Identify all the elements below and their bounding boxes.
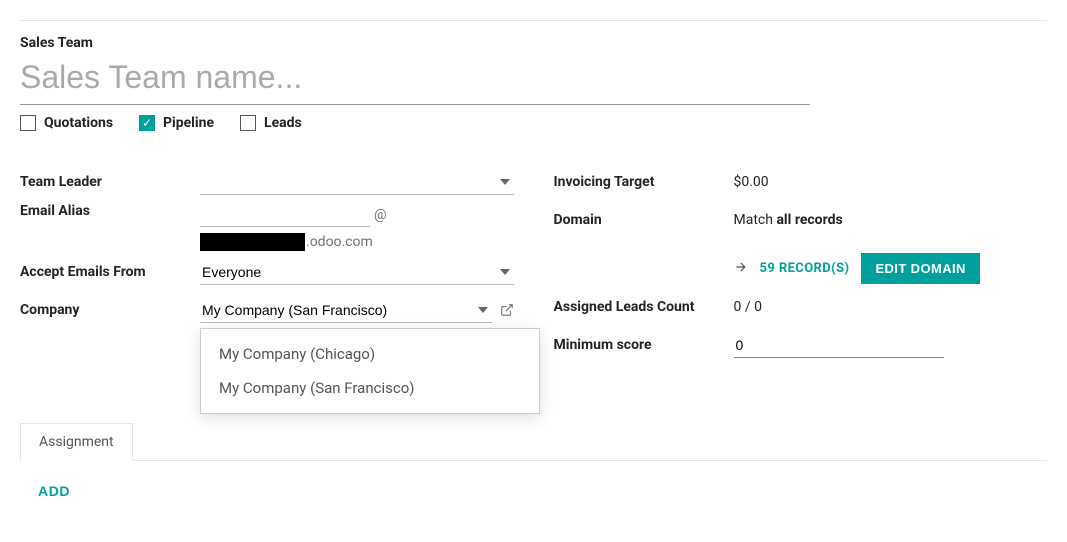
edit-domain-button[interactable]: EDIT DOMAIN [861, 253, 979, 284]
leads-option: Leads [240, 115, 302, 131]
leads-checkbox[interactable] [240, 115, 256, 131]
left-column: Team Leader Email Alias @ [20, 165, 514, 366]
arrow-right-icon [734, 260, 748, 278]
company-select[interactable] [200, 298, 492, 323]
accept-emails-select[interactable] [200, 260, 514, 285]
alias-domain-redacted [200, 233, 305, 251]
pipeline-checkbox[interactable] [139, 115, 155, 131]
pipeline-option: Pipeline [139, 115, 214, 131]
sales-team-name-input[interactable] [20, 57, 810, 105]
email-alias-label: Email Alias [20, 203, 200, 219]
right-column: Invoicing Target $0.00 Domain Match all … [554, 165, 1048, 366]
invoicing-target-label: Invoicing Target [554, 174, 734, 190]
add-button[interactable]: ADD [38, 483, 70, 499]
tab-assignment[interactable]: Assignment [20, 423, 133, 461]
invoicing-target-value: $0.00 [734, 174, 769, 190]
assigned-leads-label: Assigned Leads Count [554, 299, 734, 315]
feature-checkboxes: Quotations Pipeline Leads [20, 115, 1047, 131]
minimum-score-label: Minimum score [554, 337, 734, 353]
title-label: Sales Team [20, 35, 1047, 51]
minimum-score-input[interactable] [734, 333, 944, 358]
accept-emails-label: Accept Emails From [20, 264, 200, 280]
form-sheet: Sales Team Quotations Pipeline Leads Tea… [20, 20, 1047, 500]
quotations-option: Quotations [20, 115, 113, 131]
tab-content: ADD [20, 461, 1047, 500]
team-leader-label: Team Leader [20, 174, 200, 190]
pipeline-label: Pipeline [163, 115, 214, 131]
quotations-label: Quotations [44, 115, 113, 131]
alias-at-symbol: @ [374, 207, 387, 223]
team-leader-input[interactable] [200, 170, 514, 195]
company-dropdown: My Company (Chicago) My Company (San Fra… [200, 328, 540, 414]
domain-label: Domain [554, 212, 734, 228]
company-option[interactable]: My Company (Chicago) [201, 337, 539, 371]
company-option[interactable]: My Company (San Francisco) [201, 371, 539, 405]
domain-match-text: Match all records [734, 212, 843, 228]
tabs-bar: Assignment [20, 422, 1047, 461]
records-link[interactable]: 59 RECORD(S) [760, 261, 850, 276]
quotations-checkbox[interactable] [20, 115, 36, 131]
external-link-icon[interactable] [500, 303, 514, 317]
assigned-leads-value: 0 / 0 [734, 299, 762, 315]
alias-domain-suffix: .odoo.com [306, 234, 373, 250]
company-label: Company [20, 302, 200, 318]
leads-label: Leads [264, 115, 302, 131]
email-alias-input[interactable] [200, 203, 370, 227]
